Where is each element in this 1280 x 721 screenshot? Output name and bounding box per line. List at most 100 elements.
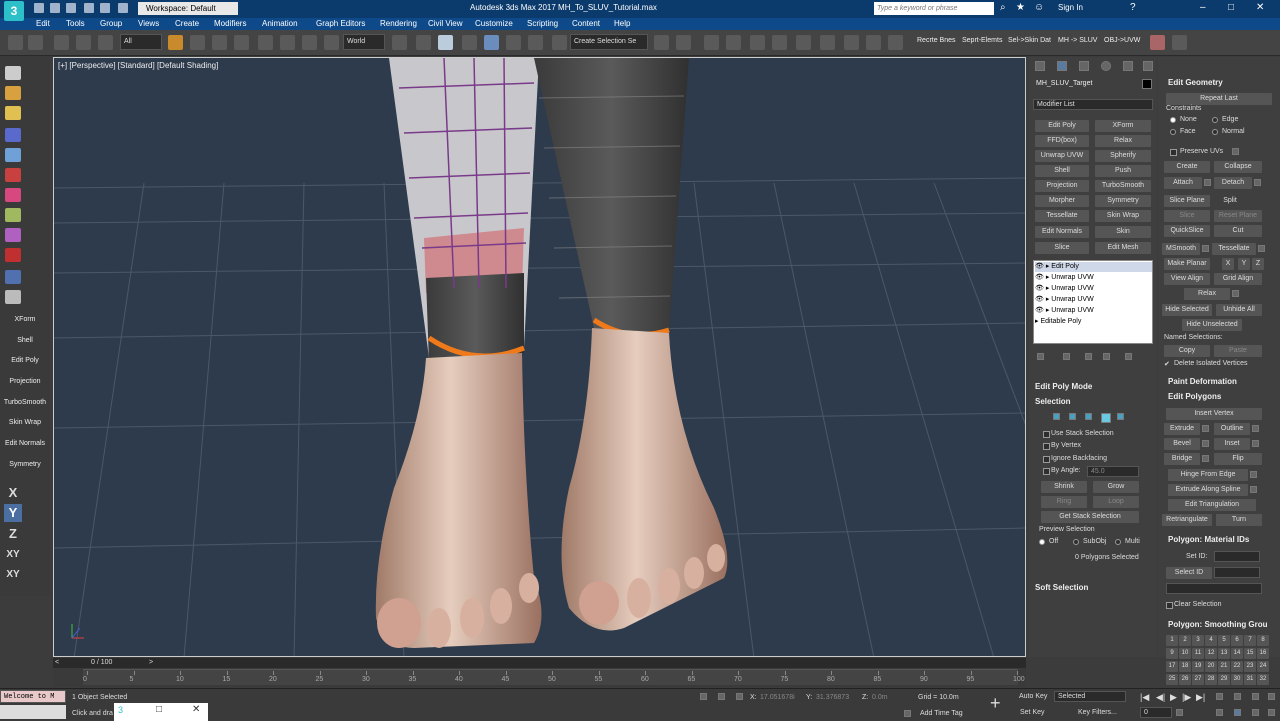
mod-ffd-button[interactable]: FFD(box) — [1035, 135, 1089, 147]
inset-settings-icon[interactable] — [1252, 440, 1259, 447]
smoothing-group-button[interactable]: 7 — [1244, 635, 1256, 646]
view-align-button[interactable]: View Align — [1164, 273, 1210, 285]
menu-scripting[interactable]: Scripting — [527, 18, 558, 30]
maxscript-listener[interactable]: Welcome to M — [0, 690, 66, 703]
left-edit-poly-button[interactable]: Edit Poly — [0, 357, 50, 364]
tools-icon-1[interactable] — [5, 128, 21, 142]
eye-icon[interactable]: 👁 ▸ — [1035, 274, 1051, 281]
set-key-big-icon[interactable]: + — [990, 693, 1001, 714]
mod-push-button[interactable]: Push — [1095, 165, 1151, 177]
checker-icon[interactable] — [5, 66, 21, 80]
paint-deformation-rollout[interactable]: Paint Deformation — [1168, 377, 1237, 386]
zoom-icon[interactable] — [1216, 693, 1223, 700]
mirror-icon[interactable] — [654, 35, 669, 50]
grow-button[interactable]: Grow — [1093, 481, 1139, 493]
hinge-settings-icon[interactable] — [1250, 471, 1257, 478]
exchange-icon[interactable]: ★ — [1016, 2, 1025, 13]
menu-create[interactable]: Create — [175, 18, 199, 30]
viewport-label[interactable]: [+] [Perspective] [Standard] [Default Sh… — [58, 61, 218, 70]
edge-mode-icon[interactable] — [1069, 413, 1076, 420]
outline-settings-icon[interactable] — [1252, 425, 1259, 432]
turn-button[interactable]: Turn — [1216, 514, 1262, 526]
smoothing-group-button[interactable]: 20 — [1205, 661, 1217, 672]
pin-stack-icon[interactable] — [1037, 353, 1044, 360]
smoothing-group-button[interactable]: 8 — [1257, 635, 1269, 646]
msmooth-settings-icon[interactable] — [1202, 245, 1209, 252]
next-frame-icon[interactable]: > — [149, 659, 153, 666]
menu-modifiers[interactable]: Modifiers — [214, 18, 246, 30]
planar-x-button[interactable]: X — [1222, 258, 1234, 270]
zoom-extents-icon[interactable] — [1252, 693, 1259, 700]
vertex-mode-icon[interactable] — [1053, 413, 1060, 420]
move-icon[interactable] — [258, 35, 273, 50]
field-of-view-icon[interactable] — [1216, 709, 1223, 716]
maximize-icon[interactable]: □ — [1228, 2, 1234, 13]
axis-y-button[interactable]: Y — [4, 504, 22, 522]
loop-button[interactable]: Loop — [1093, 496, 1139, 508]
tools-icon-6[interactable] — [5, 228, 21, 242]
smoothing-group-button[interactable]: 17 — [1166, 661, 1178, 672]
msmooth-button[interactable]: MSmooth — [1162, 243, 1200, 255]
smoothing-group-button[interactable]: 21 — [1218, 661, 1230, 672]
orbit-icon[interactable] — [1252, 709, 1259, 716]
tools-icon-2[interactable] — [5, 148, 21, 162]
rotate-icon[interactable] — [280, 35, 295, 50]
smoothing-group-button[interactable]: 32 — [1257, 674, 1269, 685]
eye-icon[interactable]: 👁 ▸ — [1035, 285, 1051, 292]
prev-key-icon[interactable]: ◀| — [1156, 692, 1165, 703]
time-slider[interactable]: < 0 / 100 > — [53, 658, 1026, 668]
separate-elements-button[interactable]: Seprt-Elemts — [962, 37, 1002, 44]
curve-editor-icon[interactable] — [750, 35, 765, 50]
smoothing-group-button[interactable]: 31 — [1244, 674, 1256, 685]
menu-graph-editors[interactable]: Graph Editors — [316, 18, 365, 30]
mod-relax-button[interactable]: Relax — [1095, 135, 1151, 147]
mod-symmetry-button[interactable]: Symmetry — [1095, 195, 1151, 207]
outline-button[interactable]: Outline — [1214, 423, 1250, 435]
detach-button[interactable]: Detach — [1214, 177, 1252, 189]
select-by-name-icon[interactable] — [190, 35, 205, 50]
app-logo-icon[interactable]: 3 — [4, 1, 24, 21]
show-end-result-icon[interactable] — [1063, 353, 1070, 360]
edit-polygons-rollout[interactable]: Edit Polygons — [1168, 392, 1221, 401]
copy-button[interactable]: Copy — [1164, 345, 1210, 357]
constraint-edge-radio[interactable] — [1212, 117, 1218, 123]
menu-animation[interactable]: Animation — [262, 18, 298, 30]
smoothing-group-button[interactable]: 9 — [1166, 648, 1178, 659]
pivot-center-icon[interactable] — [392, 35, 407, 50]
smoothing-group-button[interactable]: 30 — [1231, 674, 1243, 685]
mod-edit-normals-button[interactable]: Edit Normals — [1035, 226, 1089, 238]
use-stack-selection-checkbox[interactable] — [1043, 431, 1050, 438]
obj-uvw-button[interactable]: OBJ->UVW — [1104, 37, 1140, 44]
extrude-button[interactable]: Extrude — [1164, 423, 1200, 435]
popup-close-icon[interactable]: ✕ — [192, 704, 200, 715]
bridge-button[interactable]: Bridge — [1164, 453, 1200, 465]
goto-end-icon[interactable]: ▶| — [1196, 692, 1205, 703]
tools-icon-7[interactable] — [5, 248, 21, 262]
object-color-swatch[interactable] — [1142, 79, 1152, 89]
stack-item[interactable]: 👁 ▸ Unwrap UVW — [1035, 295, 1152, 305]
border-mode-icon[interactable] — [1085, 413, 1092, 420]
cut-button[interactable]: Cut — [1214, 225, 1262, 237]
flip-button[interactable]: Flip — [1214, 453, 1262, 465]
smoothing-group-button[interactable]: 14 — [1231, 648, 1243, 659]
axis-xy-cycle-button[interactable]: XY — [4, 566, 22, 584]
attach-settings-icon[interactable] — [1204, 179, 1211, 186]
smoothing-groups-rollout[interactable]: Polygon: Smoothing Grou — [1168, 620, 1268, 629]
smoothing-group-button[interactable]: 11 — [1192, 648, 1204, 659]
preserve-uvs-checkbox[interactable] — [1170, 149, 1177, 156]
create-button[interactable]: Create — [1164, 161, 1210, 173]
menu-edit[interactable]: Edit — [36, 18, 50, 30]
menu-content[interactable]: Content — [572, 18, 600, 30]
slice-plane-button[interactable]: Slice Plane — [1164, 195, 1210, 207]
save-file-icon[interactable] — [66, 3, 76, 13]
smoothing-group-button[interactable]: 5 — [1218, 635, 1230, 646]
polygon-mode-icon[interactable] — [1101, 413, 1111, 423]
y-coord-field[interactable]: 31.376873 — [816, 694, 849, 701]
custom-script-icon[interactable] — [1172, 35, 1187, 50]
smoothing-group-button[interactable]: 3 — [1192, 635, 1204, 646]
get-stack-selection-button[interactable]: Get Stack Selection — [1041, 511, 1139, 523]
edit-named-selection-icon[interactable] — [552, 35, 567, 50]
time-config-icon[interactable] — [1176, 709, 1183, 716]
tessellate-button[interactable]: Tessellate — [1212, 243, 1256, 255]
tools-icon-4[interactable] — [5, 188, 21, 202]
